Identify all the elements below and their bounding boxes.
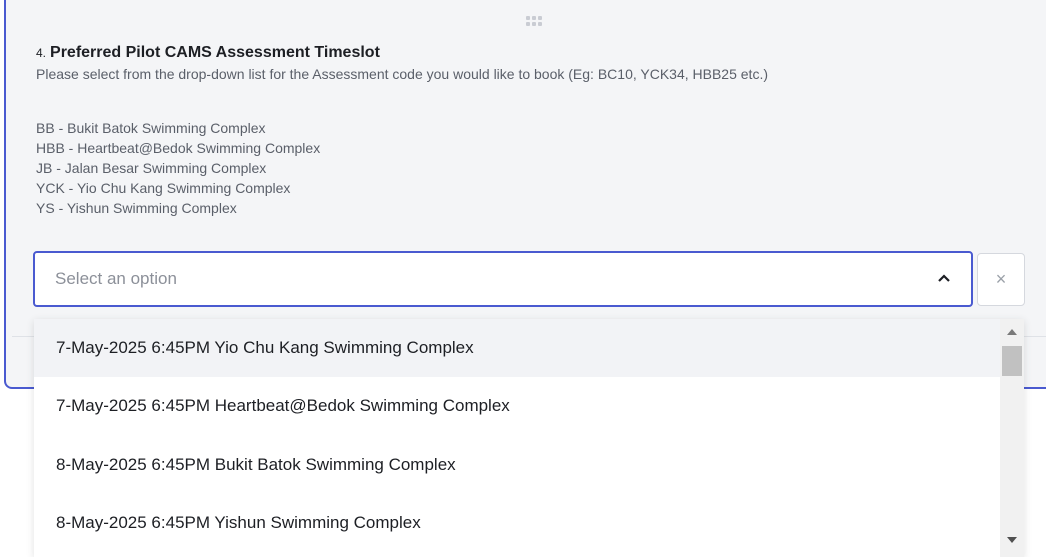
legend-item: BB - Bukit Batok Swimming Complex <box>36 120 266 136</box>
timeslot-select[interactable]: Select an option <box>33 251 973 307</box>
close-icon: × <box>995 269 1007 289</box>
scroll-up-arrow-icon[interactable] <box>1007 329 1017 335</box>
scrollbar-thumb[interactable] <box>1002 346 1022 376</box>
question-title-text: Preferred Pilot CAMS Assessment Timeslot <box>50 44 380 61</box>
question-description: Please select from the drop-down list fo… <box>36 66 768 82</box>
dropdown-option[interactable]: 8-May-2025 6:45PM Yishun Swimming Comple… <box>34 494 1000 552</box>
chevron-up-icon[interactable] <box>937 271 951 285</box>
legend-item: YCK - Yio Chu Kang Swimming Complex <box>36 180 291 196</box>
clear-selection-button[interactable]: × <box>977 253 1025 306</box>
dropdown-menu: 7-May-2025 6:45PM Yio Chu Kang Swimming … <box>34 319 1024 557</box>
select-placeholder: Select an option <box>55 269 177 288</box>
dropdown-option[interactable]: 7-May-2025 6:45PM Yio Chu Kang Swimming … <box>34 319 1000 377</box>
drag-handle-icon[interactable] <box>526 16 544 26</box>
location-legend: BB - Bukit Batok Swimming Complex HBB - … <box>36 118 320 218</box>
legend-item: YS - Yishun Swimming Complex <box>36 200 237 216</box>
question-title: 4. Preferred Pilot CAMS Assessment Timesl… <box>36 44 380 62</box>
scroll-down-arrow-icon[interactable] <box>1007 537 1017 543</box>
dropdown-scrollbar[interactable] <box>1000 319 1024 557</box>
dropdown-option[interactable]: 8-May-2025 6:45PM Bukit Batok Swimming C… <box>34 436 1000 494</box>
legend-item: HBB - Heartbeat@Bedok Swimming Complex <box>36 140 321 156</box>
legend-item: JB - Jalan Besar Swimming Complex <box>36 160 267 176</box>
dropdown-option[interactable]: 7-May-2025 6:45PM Heartbeat@Bedok Swimmi… <box>34 377 1000 435</box>
question-number: 4. <box>36 46 47 60</box>
